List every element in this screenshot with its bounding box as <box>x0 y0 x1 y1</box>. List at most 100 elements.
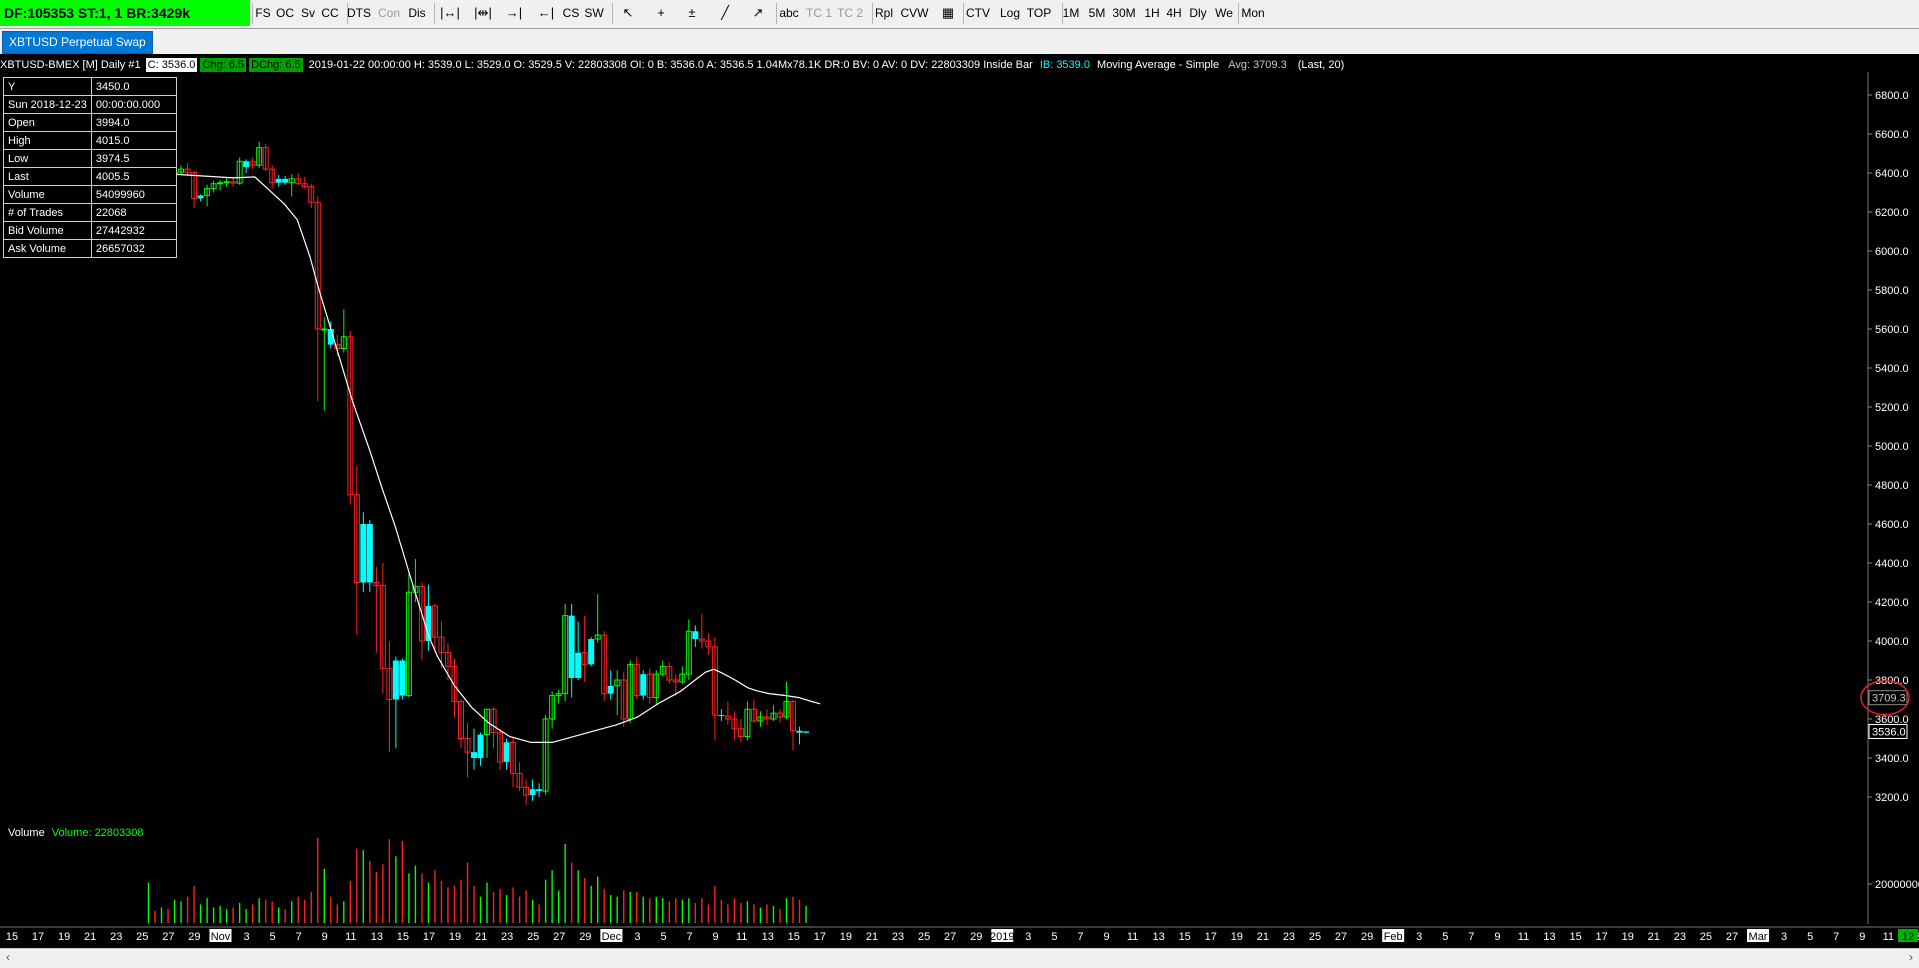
compress-icon[interactable]: |⇹| <box>470 3 496 23</box>
toolbar-separator <box>612 3 613 24</box>
price-axis-label: 5800.0 <box>1875 285 1909 297</box>
data-window-label: Volume <box>3 185 92 204</box>
toolbar: DF:105353 ST:1, 1 BR:3429k FS OC Sv CC DTS Co… <box>0 0 1919 40</box>
tab-xbtusd-perpetual-swap[interactable]: XBTUSD Perpetual Swap <box>2 31 153 54</box>
data-window-value: 3450.0 <box>90 77 177 96</box>
time-axis-label: 21 <box>475 931 487 943</box>
time-axis-label: 13 <box>762 931 774 943</box>
toolbar-button-oc[interactable]: OC <box>275 3 295 23</box>
time-axis-label: 11 <box>736 931 747 943</box>
toolbar-button-con[interactable]: Con <box>376 3 403 23</box>
toolbar-button-4h[interactable]: 4H <box>1164 3 1184 23</box>
time-axis-label: 9 <box>1859 931 1865 943</box>
scroll-right-icon[interactable]: › <box>1909 950 1913 964</box>
horizontal-scrollbar[interactable]: ‹ › <box>0 948 1919 968</box>
candle-body <box>366 524 373 583</box>
pointer-icon[interactable]: ↖ <box>615 3 641 23</box>
toolbar-button-1m[interactable]: 1M <box>1061 3 1081 23</box>
candle-body <box>529 789 536 796</box>
time-axis-label: 17 <box>423 931 435 943</box>
cursor-line-icon[interactable]: ± <box>679 3 705 23</box>
toolbar-button-abc[interactable]: abc <box>776 3 803 23</box>
time-axis-label: 5 <box>1442 931 1448 943</box>
time-axis-label: 21 <box>866 931 878 943</box>
toolbar-button-dis[interactable]: Dis <box>404 3 431 23</box>
price-axis-label: 5200.0 <box>1875 402 1909 414</box>
candle-body <box>796 730 803 733</box>
toolbar-button-cs[interactable]: CS <box>561 3 581 23</box>
time-axis-label: 15 <box>788 931 800 943</box>
spread-icon[interactable]: ←|→ <box>533 3 559 40</box>
expand-icon[interactable]: →|← <box>501 3 527 40</box>
toolbar-button-cc[interactable]: CC <box>320 3 340 23</box>
time-axis-label: Nov <box>211 931 231 943</box>
price-chart[interactable]: 6800.0 6600.0 6400.0 6200.0 6000.0 5800.0 5600… <box>0 72 1919 948</box>
price-axis-label: 6200.0 <box>1875 207 1909 219</box>
candle-body <box>503 742 510 762</box>
candle-body <box>536 789 543 792</box>
price-axis-label: 6400.0 <box>1875 168 1909 180</box>
candle-body <box>471 752 477 758</box>
time-axis-label: 5 <box>1807 931 1813 943</box>
toolbar-button-rpl[interactable]: Rpl <box>871 3 898 23</box>
toolbar-button-5m[interactable]: 5M <box>1087 3 1107 23</box>
time-axis-label: 13 <box>1543 931 1555 943</box>
data-window-value: 3994.0 <box>90 113 177 132</box>
ray-tool-icon[interactable]: ↗ <box>745 3 771 23</box>
toolbar-button-mon[interactable]: Mon <box>1240 3 1267 23</box>
time-axis-label: 13 <box>1153 931 1165 943</box>
time-axis-label: 9 <box>1103 931 1109 943</box>
time-axis-label: 29 <box>970 931 982 943</box>
time-axis-label: 5 <box>1051 931 1057 943</box>
toolbar-button-log[interactable]: Log <box>997 3 1024 23</box>
time-axis-label: 29 <box>1361 931 1373 943</box>
toolbar-button-dly[interactable]: Dly <box>1185 3 1212 23</box>
time-axis-label: 27 <box>553 931 565 943</box>
data-window-value: 4005.5 <box>90 167 177 186</box>
daily-change-value: DChg: 6.5 <box>249 58 303 72</box>
toolbar-button-1h[interactable]: 1H <box>1142 3 1162 23</box>
data-window-value: 4015.0 <box>90 131 177 150</box>
crosshair-icon[interactable]: + <box>648 3 674 23</box>
time-axis-label: 11 <box>1883 931 1894 943</box>
time-axis-label: 11 <box>1127 931 1138 943</box>
trade-window-icon[interactable]: ▦ <box>935 3 961 23</box>
time-axis-label: 3 <box>1025 931 1031 943</box>
toolbar-button-top[interactable]: TOP <box>1026 3 1053 23</box>
time-axis-label: Dec <box>602 931 622 943</box>
time-axis-label: 11 <box>1518 931 1529 943</box>
toolbar-button-30m[interactable]: 30M <box>1111 3 1138 23</box>
candle-body <box>321 328 328 331</box>
candle-body <box>718 715 725 717</box>
toolbar-button-sw[interactable]: SW <box>584 3 604 23</box>
price-axis-label: 3200.0 <box>1875 792 1909 804</box>
toolbar-button-cvw[interactable]: CVW <box>901 3 929 23</box>
toolbar-button-sv[interactable]: Sv <box>298 3 318 23</box>
time-axis-label: 9 <box>713 931 719 943</box>
price-axis-label: 3400.0 <box>1875 753 1909 765</box>
toolbar-button-dts[interactable]: DTS <box>346 3 373 23</box>
chartbook-tab-bar: XBTUSD Perpetual Swap <box>0 29 1919 54</box>
data-window-row: Volume 54099960 <box>3 185 177 204</box>
study-parameters: (Last, 20) <box>1297 59 1345 71</box>
data-window-row: Low 3974.5 <box>3 149 177 168</box>
time-axis-label: 17 <box>814 931 826 943</box>
time-axis-label: 7 <box>296 931 302 943</box>
scroll-left-icon[interactable]: ‹ <box>6 950 10 964</box>
toolbar-button-tc-2[interactable]: TC 2 <box>833 3 867 23</box>
toolbar-button-we[interactable]: We <box>1214 3 1234 23</box>
time-axis-label: 7 <box>1833 931 1839 943</box>
toolbar-separator <box>434 3 435 24</box>
price-axis-label: 4600.0 <box>1875 519 1909 531</box>
time-axis-label: 7 <box>1077 931 1083 943</box>
time-axis-label: 23 <box>1283 931 1295 943</box>
toolbar-separator <box>872 3 873 24</box>
toolbar-button-fs[interactable]: FS <box>253 3 273 23</box>
scale-icon[interactable]: |↔| <box>437 3 463 23</box>
toolbar-button-ctv[interactable]: CTV <box>965 3 992 23</box>
price-axis-label: 6600.0 <box>1875 129 1909 141</box>
price-axis-label: 4800.0 <box>1875 480 1909 492</box>
time-axis-label: 7 <box>686 931 692 943</box>
line-tool-icon[interactable]: ╱ <box>712 3 738 23</box>
toolbar-button-tc-1[interactable]: TC 1 <box>802 3 836 23</box>
